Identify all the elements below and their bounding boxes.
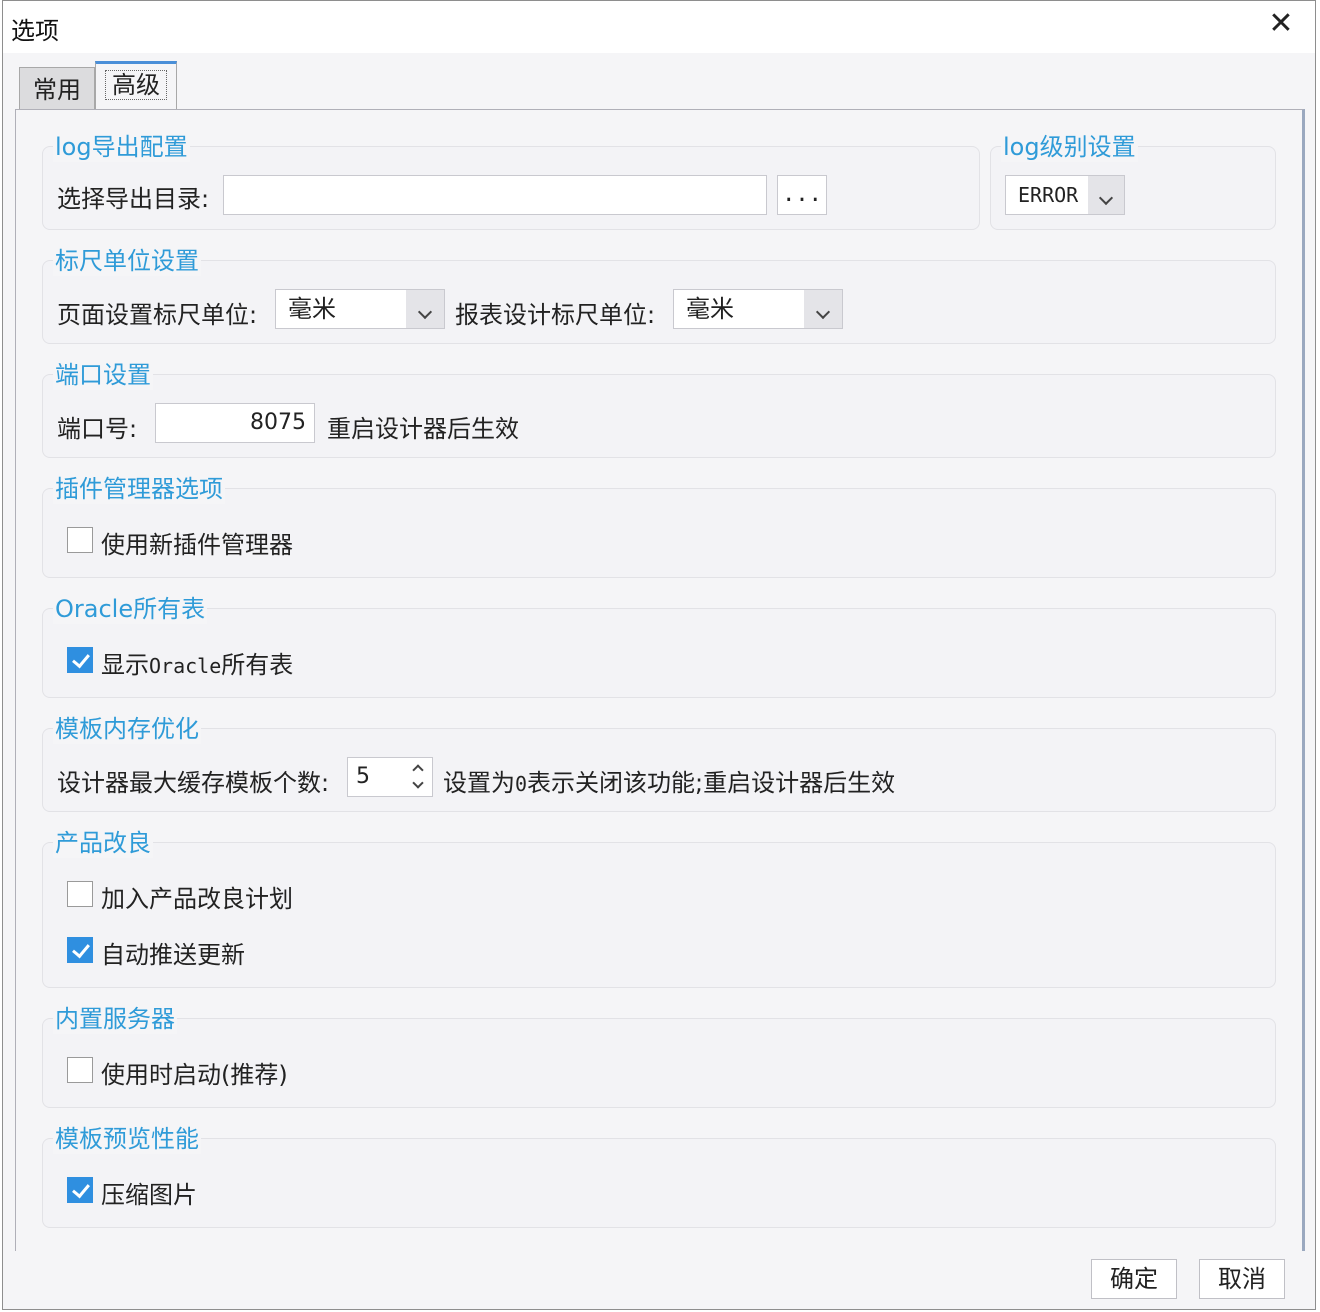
max-cache-stepper[interactable]: 5 — [347, 757, 433, 797]
new-plugin-manager-label: 使用新插件管理器 — [101, 531, 293, 559]
tab-common[interactable]: 常用 — [19, 67, 95, 111]
checkbox-unchecked-icon — [67, 881, 93, 907]
plugin-legend: 插件管理器选项 — [53, 469, 225, 504]
show-oracle-tables-checkbox[interactable]: 显示Oracle所有表 — [67, 645, 327, 679]
join-improvement-checkbox[interactable]: 加入产品改良计划 — [67, 879, 327, 913]
oracle-legend: Oracle所有表 — [53, 589, 208, 624]
join-improvement-label: 加入产品改良计划 — [101, 885, 293, 913]
checkbox-unchecked-icon — [67, 1057, 93, 1083]
auto-push-label: 自动推送更新 — [101, 941, 245, 969]
log-export-group: log导出配置 选择导出目录: ... — [42, 127, 980, 230]
chevron-down-icon — [1088, 176, 1124, 214]
auto-push-checkbox[interactable]: 自动推送更新 — [67, 935, 327, 969]
close-icon: ✕ — [1268, 6, 1294, 41]
checkbox-checked-icon — [67, 1177, 93, 1203]
report-ruler-value: 毫米 — [686, 295, 734, 323]
plugin-group: 插件管理器选项 使用新插件管理器 — [42, 469, 1276, 578]
start-on-use-label: 使用时启动(推荐) — [101, 1061, 288, 1089]
compress-images-checkbox[interactable]: 压缩图片 — [67, 1175, 267, 1209]
checkbox-unchecked-icon — [67, 527, 93, 553]
report-ruler-select[interactable]: 毫米 — [673, 289, 843, 329]
chevron-down-icon — [804, 290, 842, 328]
cancel-button[interactable]: 取消 — [1199, 1259, 1285, 1299]
compress-images-label: 压缩图片 — [101, 1181, 197, 1209]
report-ruler-label: 报表设计标尺单位: — [455, 301, 656, 329]
preview-group: 模板预览性能 压缩图片 — [42, 1119, 1276, 1228]
ruler-legend: 标尺单位设置 — [53, 241, 201, 276]
page-ruler-label: 页面设置标尺单位: — [57, 301, 258, 329]
port-input[interactable]: 8075 — [155, 403, 315, 443]
chevron-down-icon — [406, 290, 444, 328]
dialog-title: 选项 — [11, 17, 59, 45]
log-export-legend: log导出配置 — [53, 127, 190, 162]
page-ruler-select[interactable]: 毫米 — [275, 289, 445, 329]
checkbox-checked-icon — [67, 937, 93, 963]
improvement-group: 产品改良 加入产品改良计划 自动推送更新 — [42, 823, 1276, 988]
server-legend: 内置服务器 — [53, 999, 177, 1034]
port-note: 重启设计器后生效 — [327, 415, 519, 443]
port-group: 端口设置 端口号: 8075 重启设计器后生效 — [42, 355, 1276, 458]
start-on-use-checkbox[interactable]: 使用时启动(推荐) — [67, 1055, 327, 1089]
options-dialog: 选项 ✕ 常用 高级 log导出配置 选择导出目录: ... log级别设置 E… — [2, 0, 1316, 1310]
title-bar: 选项 ✕ — [3, 1, 1315, 53]
checkbox-checked-icon — [67, 647, 93, 673]
export-dir-input[interactable] — [223, 175, 767, 215]
log-level-group: log级别设置 ERROR — [990, 127, 1276, 230]
max-cache-note: 设置为0表示关闭该功能;重启设计器后生效 — [443, 769, 896, 797]
template-memory-legend: 模板内存优化 — [53, 709, 201, 744]
export-dir-label: 选择导出目录: — [57, 185, 210, 213]
preview-legend: 模板预览性能 — [53, 1119, 201, 1154]
max-cache-label: 设计器最大缓存模板个数: — [57, 769, 330, 797]
port-label: 端口号: — [57, 415, 138, 443]
max-cache-value: 5 — [356, 764, 370, 789]
tab-advanced-label: 高级 — [105, 70, 167, 100]
browse-button[interactable]: ... — [777, 175, 827, 215]
tab-advanced[interactable]: 高级 — [95, 61, 177, 111]
page-ruler-value: 毫米 — [288, 295, 336, 323]
ok-button[interactable]: 确定 — [1091, 1259, 1177, 1299]
oracle-legend-text: Oracle所有表 — [55, 595, 206, 623]
oracle-group: Oracle所有表 显示Oracle所有表 — [42, 589, 1276, 698]
port-legend: 端口设置 — [53, 355, 153, 390]
server-group: 内置服务器 使用时启动(推荐) — [42, 999, 1276, 1108]
browse-button-label: ... — [782, 182, 822, 207]
advanced-panel: log导出配置 选择导出目录: ... log级别设置 ERROR 标尺单位设置… — [15, 109, 1305, 1251]
close-button[interactable]: ✕ — [1265, 9, 1297, 41]
stepper-up-icon[interactable] — [408, 760, 428, 776]
ruler-group: 标尺单位设置 页面设置标尺单位: 毫米 报表设计标尺单位: 毫米 — [42, 241, 1276, 344]
log-level-select[interactable]: ERROR — [1005, 175, 1125, 215]
new-plugin-manager-checkbox[interactable]: 使用新插件管理器 — [67, 525, 327, 559]
tab-common-label: 常用 — [33, 76, 81, 104]
template-memory-group: 模板内存优化 设计器最大缓存模板个数: 5 设置为0表示关闭该功能;重启设计器后… — [42, 709, 1276, 812]
log-level-legend: log级别设置 — [1001, 127, 1138, 162]
improvement-legend: 产品改良 — [53, 823, 153, 858]
stepper-down-icon[interactable] — [408, 776, 428, 792]
log-level-value: ERROR — [1018, 183, 1079, 207]
show-oracle-tables-label: 显示Oracle所有表 — [101, 651, 294, 679]
